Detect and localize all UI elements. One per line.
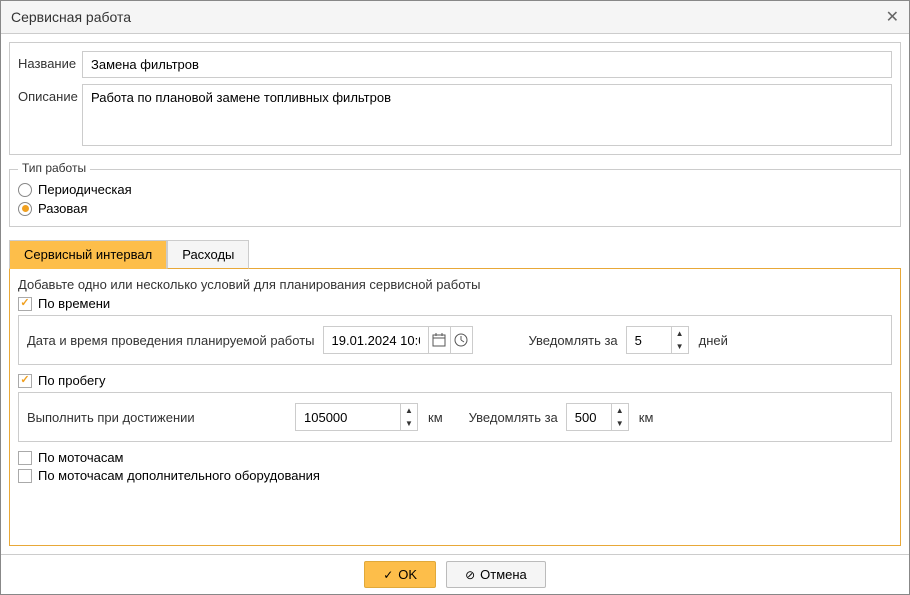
- tab-bar: Сервисный интервал Расходы: [9, 239, 901, 268]
- radio-periodic-label: Периодическая: [38, 182, 132, 197]
- spin-down-icon[interactable]: ▼: [672, 340, 688, 353]
- name-label: Название: [18, 51, 82, 71]
- check-icon: [18, 469, 32, 483]
- radio-icon: [18, 202, 32, 216]
- window-title: Сервисная работа: [11, 9, 131, 25]
- date-input[interactable]: [324, 328, 428, 353]
- mileage-spinner: ▲ ▼: [295, 403, 418, 431]
- radio-periodic[interactable]: Периодическая: [18, 182, 892, 197]
- cancel-button[interactable]: ⊘ Отмена: [446, 561, 546, 588]
- title-bar: Сервисная работа ✕: [1, 1, 909, 34]
- check-icon: [18, 451, 32, 465]
- ok-label: OK: [398, 567, 417, 582]
- checkbox-by-motohours[interactable]: По моточасам: [18, 450, 892, 465]
- notify-km-input[interactable]: [567, 404, 611, 430]
- checkbox-by-mileage[interactable]: ✓ По пробегу: [18, 373, 892, 388]
- notify-days-input[interactable]: [627, 327, 671, 353]
- radio-once[interactable]: Разовая: [18, 201, 892, 216]
- by-time-label: По времени: [38, 296, 110, 311]
- description-textarea[interactable]: Работа по плановой замене топливных филь…: [82, 84, 892, 146]
- dialog-footer: ✓ OK ⊘ Отмена: [1, 554, 909, 594]
- close-icon[interactable]: ✕: [886, 7, 899, 27]
- work-type-fieldset: Тип работы Периодическая Разовая: [9, 169, 901, 227]
- km-unit: км: [428, 410, 443, 425]
- content-area: Название Описание Работа по плановой зам…: [1, 34, 909, 554]
- ok-button[interactable]: ✓ OK: [364, 561, 436, 588]
- description-label: Описание: [18, 84, 82, 104]
- calendar-icon[interactable]: [428, 327, 450, 353]
- date-input-wrap: [323, 326, 473, 354]
- check-icon: ✓: [383, 568, 393, 582]
- notify-mileage-label: Уведомлять за: [469, 410, 558, 425]
- work-type-legend: Тип работы: [18, 161, 90, 175]
- spin-down-icon[interactable]: ▼: [401, 417, 417, 430]
- check-icon: ✓: [18, 374, 32, 388]
- service-interval-panel: Добавьте одно или несколько условий для …: [9, 268, 901, 546]
- dialog-window: Сервисная работа ✕ Название Описание Раб…: [0, 0, 910, 595]
- reach-label: Выполнить при достижении: [27, 410, 287, 425]
- check-icon: ✓: [18, 297, 32, 311]
- checkbox-by-motohours-extra[interactable]: По моточасам дополнительного оборудовани…: [18, 468, 892, 483]
- notify-km-spinner: ▲ ▼: [566, 403, 629, 431]
- basic-fields: Название Описание Работа по плановой зам…: [9, 42, 901, 155]
- radio-once-label: Разовая: [38, 201, 87, 216]
- by-mileage-section: Выполнить при достижении ▲ ▼ км Уведомля…: [18, 392, 892, 442]
- tab-expenses[interactable]: Расходы: [167, 240, 249, 269]
- tab-service-interval[interactable]: Сервисный интервал: [9, 240, 167, 269]
- interval-hint: Добавьте одно или несколько условий для …: [18, 277, 892, 292]
- days-unit: дней: [699, 333, 728, 348]
- mileage-input[interactable]: [296, 404, 400, 430]
- km-unit-2: км: [639, 410, 654, 425]
- spin-up-icon[interactable]: ▲: [672, 327, 688, 340]
- clock-icon[interactable]: [450, 327, 472, 353]
- checkbox-by-time[interactable]: ✓ По времени: [18, 296, 892, 311]
- spin-up-icon[interactable]: ▲: [612, 404, 628, 417]
- date-label: Дата и время проведения планируемой рабо…: [27, 333, 315, 348]
- notify-days-spinner: ▲ ▼: [626, 326, 689, 354]
- name-input[interactable]: [82, 51, 892, 78]
- cancel-icon: ⊘: [465, 568, 475, 582]
- by-motohours-label: По моточасам: [38, 450, 124, 465]
- radio-icon: [18, 183, 32, 197]
- cancel-label: Отмена: [480, 567, 527, 582]
- by-time-section: Дата и время проведения планируемой рабо…: [18, 315, 892, 365]
- notify-time-label: Уведомлять за: [529, 333, 618, 348]
- spin-up-icon[interactable]: ▲: [401, 404, 417, 417]
- spin-down-icon[interactable]: ▼: [612, 417, 628, 430]
- by-mileage-label: По пробегу: [38, 373, 105, 388]
- by-motohours-extra-label: По моточасам дополнительного оборудовани…: [38, 468, 320, 483]
